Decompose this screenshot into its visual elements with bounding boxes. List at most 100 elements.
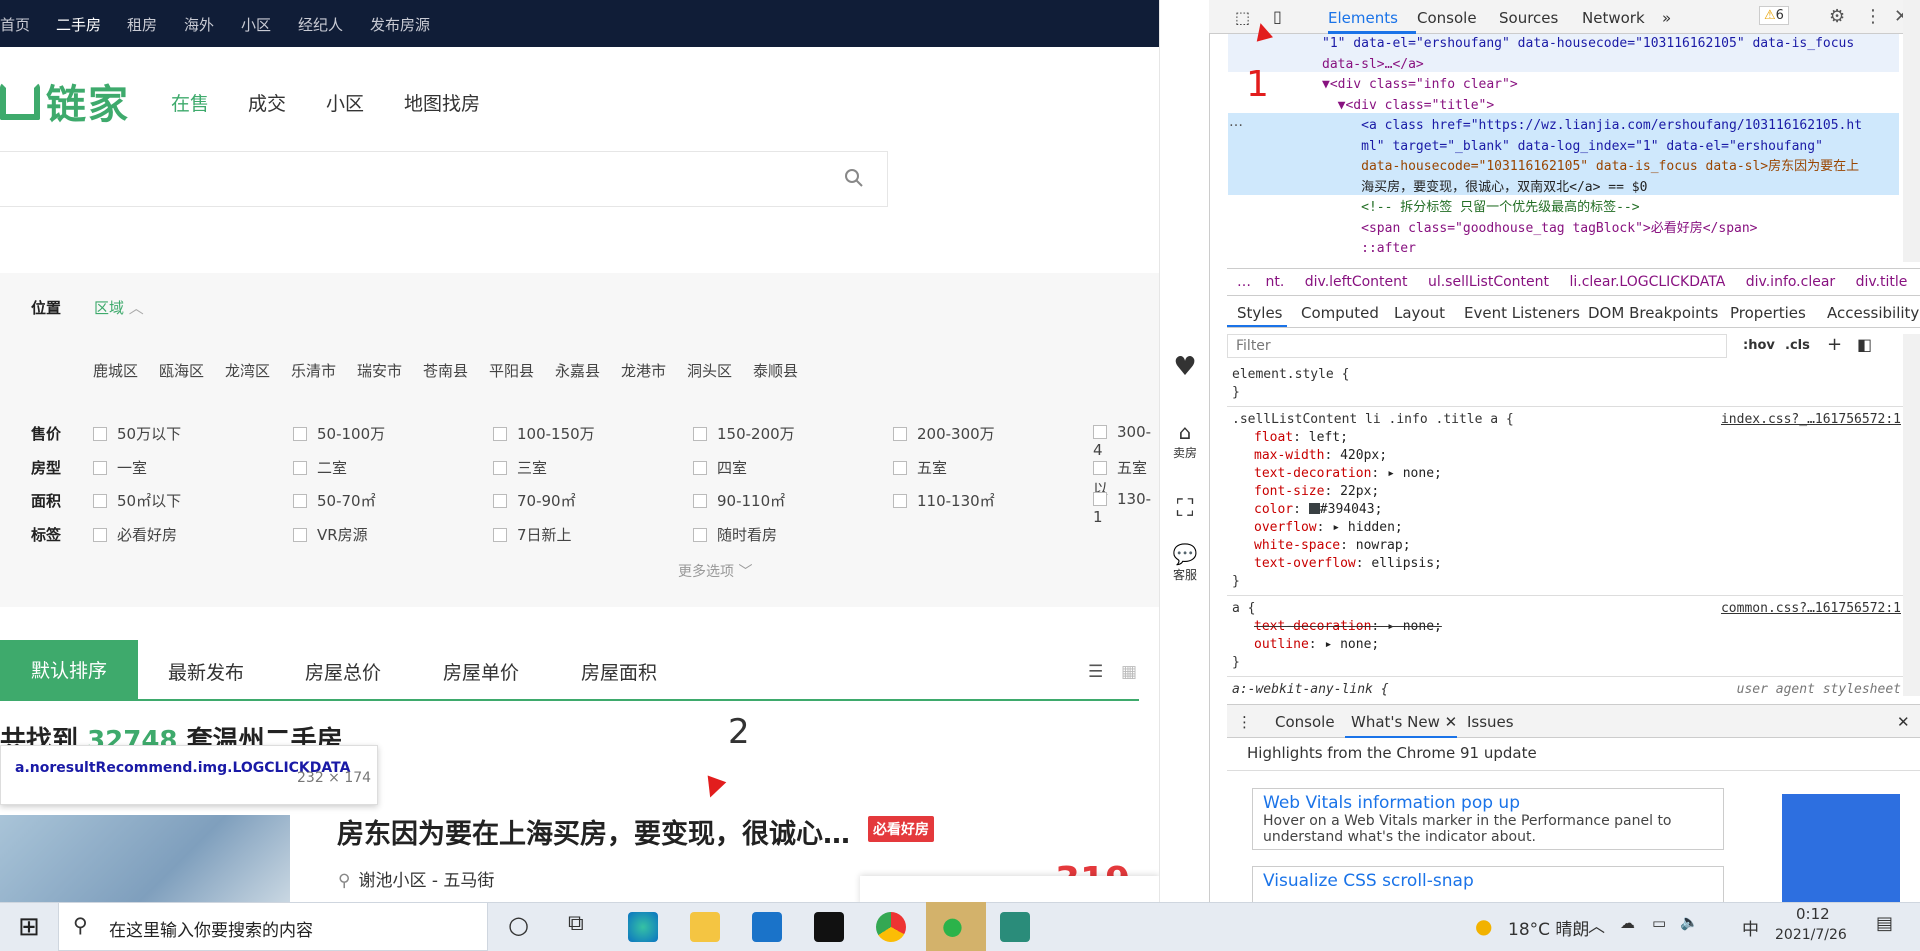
customer-service-button[interactable]: 💬 客服 xyxy=(1168,542,1202,583)
area-option[interactable]: 90-110㎡ xyxy=(693,490,785,511)
tab-accessibility[interactable]: Accessibility xyxy=(1827,304,1919,322)
dom-line[interactable]: ▼<div class="title"> xyxy=(1227,96,1903,117)
plus-icon[interactable]: + xyxy=(1827,334,1842,355)
styles-pane[interactable]: element.style { } .sellListContent li .i… xyxy=(1227,364,1903,696)
css-decl[interactable]: max-width: 420px; xyxy=(1232,447,1898,465)
dom-line[interactable]: "1" data-el="ershoufang" data-housecode=… xyxy=(1227,34,1903,55)
tag-option[interactable]: 必看好房 xyxy=(93,524,177,545)
kebab-menu-icon[interactable]: ⋮ xyxy=(1864,6,1882,27)
dom-line[interactable]: data-sl>…</a> xyxy=(1227,55,1903,76)
css-decl[interactable]: text-overflow: ellipsis; xyxy=(1232,555,1898,573)
windows-start-icon[interactable]: ⊞ xyxy=(18,912,40,942)
network-icon[interactable]: ☁ xyxy=(1620,914,1635,932)
edge-icon[interactable] xyxy=(628,912,658,942)
checkbox[interactable] xyxy=(1093,492,1107,506)
chevron-up-icon[interactable]: ︿ xyxy=(1588,912,1605,937)
rule-selector[interactable]: element.style { xyxy=(1232,366,1898,384)
sort-latest-tab[interactable]: 最新发布 xyxy=(168,658,244,685)
dom-line[interactable]: ▼<div class="info clear"> xyxy=(1227,75,1903,96)
checkbox[interactable] xyxy=(693,494,707,508)
breadcrumb-item[interactable]: nt. xyxy=(1265,274,1284,290)
house-photo[interactable] xyxy=(0,815,290,902)
price-option[interactable]: 300-4 xyxy=(1093,423,1159,459)
dom-tree[interactable]: "1" data-el="ershoufang" data-housecode=… xyxy=(1227,34,1903,262)
ime-indicator[interactable]: 中 xyxy=(1742,915,1759,940)
price-option[interactable]: 150-200万 xyxy=(693,423,795,444)
district-item[interactable]: 龙湾区 xyxy=(225,360,291,381)
price-option[interactable]: 50万以下 xyxy=(93,423,181,444)
filter-district-toggle[interactable]: 区域 ︿ xyxy=(94,297,144,318)
taskbar-search[interactable]: ⚲ 在这里输入你要搜索的内容 xyxy=(58,902,488,951)
tag-option[interactable]: 7日新上 xyxy=(493,524,572,545)
checkbox[interactable] xyxy=(493,494,507,508)
app-icon[interactable] xyxy=(1000,912,1030,942)
district-item[interactable]: 鹿城区 xyxy=(93,360,159,381)
room-option[interactable]: 四室 xyxy=(693,457,747,478)
topnav-ershoufang[interactable]: 二手房 xyxy=(56,14,101,35)
room-option[interactable]: 一室 xyxy=(93,457,147,478)
checkbox[interactable] xyxy=(493,427,507,441)
clock-date[interactable]: 2021/7/26 xyxy=(1775,927,1847,943)
wechat-active-slot[interactable]: ● xyxy=(926,902,986,951)
dom-line[interactable]: <span class="goodhouse_tag tagBlock">必看好… xyxy=(1227,219,1903,240)
house-address[interactable]: ⚲ 谢池小区 - 五马街 xyxy=(338,866,494,891)
search-icon[interactable] xyxy=(844,168,864,188)
topnav-overseas[interactable]: 海外 xyxy=(184,14,214,35)
sort-default-tab[interactable]: 默认排序 xyxy=(0,640,138,699)
css-decl[interactable]: text-decoration: ▸ none; xyxy=(1232,465,1898,483)
tab-network[interactable]: Network xyxy=(1582,9,1645,27)
nav-on-sale[interactable]: 在售 xyxy=(171,89,209,116)
area-option[interactable]: 110-130㎡ xyxy=(893,490,995,511)
dom-line-selected[interactable]: <a class href="https://wz.lianjia.com/er… xyxy=(1227,116,1903,137)
checkbox[interactable] xyxy=(1093,425,1107,439)
more-options-button[interactable]: 更多选项 ﹀ xyxy=(678,561,752,581)
checkbox[interactable] xyxy=(693,528,707,542)
css-decl[interactable]: outline: ▸ none; xyxy=(1232,636,1898,654)
district-item[interactable]: 永嘉县 xyxy=(555,360,621,381)
nav-sold[interactable]: 成交 xyxy=(248,89,286,116)
tab-properties[interactable]: Properties xyxy=(1730,304,1806,322)
tag-option[interactable]: VR房源 xyxy=(293,524,368,545)
drawer-tab-console[interactable]: Console xyxy=(1275,713,1335,731)
warnings-badge[interactable]: ⚠6 xyxy=(1759,6,1789,25)
drawer-menu-icon[interactable]: ⋮ xyxy=(1237,713,1252,731)
task-view-icon[interactable]: ⧉ xyxy=(568,911,584,936)
css-decl[interactable]: white-space: nowrap; xyxy=(1232,537,1898,555)
card-title[interactable]: Web Vitals information pop up xyxy=(1263,793,1713,813)
volume-icon[interactable]: 🔈 xyxy=(1680,913,1699,931)
cls-toggle[interactable]: .cls xyxy=(1785,338,1810,353)
topnav-agent[interactable]: 经纪人 xyxy=(298,14,343,35)
rule-source-link[interactable]: common.css?…161756572:1 xyxy=(1721,600,1901,618)
css-decl[interactable]: color: #394043; xyxy=(1232,501,1898,519)
tab-sources[interactable]: Sources xyxy=(1499,9,1558,27)
checkbox[interactable] xyxy=(93,528,107,542)
price-option[interactable]: 200-300万 xyxy=(893,423,995,444)
district-item[interactable]: 苍南县 xyxy=(423,360,489,381)
tab-styles[interactable]: Styles xyxy=(1237,304,1283,322)
checkbox[interactable] xyxy=(293,427,307,441)
sort-area-tab[interactable]: 房屋面积 xyxy=(581,658,657,685)
tag-option[interactable]: 随时看房 xyxy=(693,524,777,545)
terminal-icon[interactable] xyxy=(814,912,844,942)
breadcrumb-item[interactable]: li.clear.LOGCLICKDATA xyxy=(1569,274,1725,290)
tab-computed[interactable]: Computed xyxy=(1301,304,1379,322)
notifications-icon[interactable]: ▤ xyxy=(1876,913,1893,934)
close-icon[interactable]: ✕ xyxy=(1445,713,1458,731)
checkbox[interactable] xyxy=(693,427,707,441)
heart-icon[interactable]: ♥ xyxy=(1168,352,1202,382)
area-option[interactable]: 130-1 xyxy=(1093,490,1159,526)
dom-line-selected[interactable]: data-housecode="103116162105" data-is_fo… xyxy=(1227,157,1903,178)
checkbox[interactable] xyxy=(893,494,907,508)
checkbox[interactable] xyxy=(293,461,307,475)
card-title[interactable]: Visualize CSS scroll-snap xyxy=(1263,871,1713,891)
sidebar-toggle-icon[interactable]: ◧ xyxy=(1857,335,1872,354)
breadcrumb-item[interactable]: div.title xyxy=(1856,274,1908,290)
topnav-community[interactable]: 小区 xyxy=(241,14,271,35)
styles-scrollbar[interactable] xyxy=(1903,334,1920,696)
room-option[interactable]: 五室 xyxy=(893,457,947,478)
area-option[interactable]: 70-90㎡ xyxy=(493,490,576,511)
weather-text[interactable]: 18°C 晴朗 xyxy=(1508,915,1589,940)
checkbox[interactable] xyxy=(893,461,907,475)
drawer-tab-whats-new[interactable]: What's New ✕ xyxy=(1351,713,1457,731)
room-option[interactable]: 二室 xyxy=(293,457,347,478)
